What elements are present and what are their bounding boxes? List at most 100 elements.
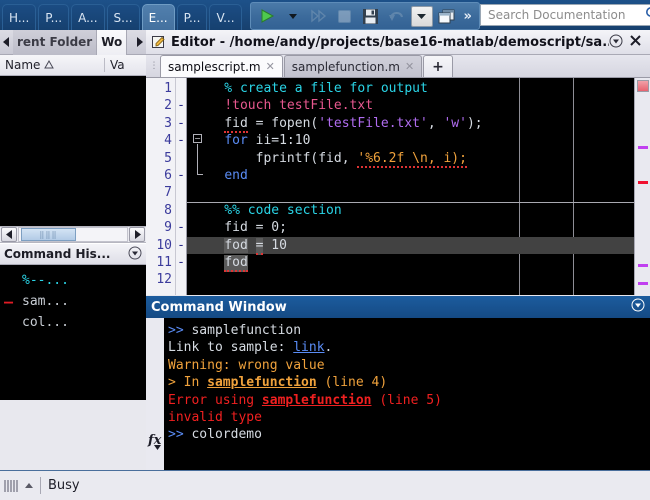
- toolstrip-overflow-icon[interactable]: »: [461, 9, 475, 24]
- search-documentation-input[interactable]: Search Documentation: [479, 4, 650, 26]
- breakpoint-marker[interactable]: -: [176, 132, 186, 149]
- console-hyperlink[interactable]: link: [293, 340, 324, 355]
- command-history-item[interactable]: %--...: [0, 270, 146, 291]
- breakpoint-marker[interactable]: [176, 184, 186, 201]
- copy-windows-icon[interactable]: [435, 4, 459, 28]
- tab-publish[interactable]: P...: [176, 4, 208, 30]
- code-line[interactable]: fod: [187, 254, 634, 272]
- tab-editor[interactable]: E...: [141, 4, 175, 30]
- editor-file-tab[interactable]: samplefunction.m ✕: [283, 55, 423, 77]
- tab-apps[interactable]: A...: [71, 4, 105, 30]
- breakpoint-marker[interactable]: [176, 80, 186, 97]
- panel-tab-workspace[interactable]: Wo: [97, 29, 128, 55]
- code-line[interactable]: fid = 0;: [187, 219, 634, 236]
- command-window-title: Command Window: [151, 299, 287, 315]
- resize-grip-icon[interactable]: [4, 479, 18, 492]
- close-x-icon[interactable]: [629, 34, 642, 50]
- line-number: 9: [164, 220, 172, 236]
- fold-collapse-icon[interactable]: −: [193, 134, 202, 143]
- editor-margin-status-bar[interactable]: [634, 78, 650, 295]
- command-history-item[interactable]: col...: [0, 312, 146, 333]
- toolstrip: H... P... A... S... E... P... V... » Sea…: [0, 0, 650, 30]
- code-token: %% code section: [193, 202, 342, 218]
- scroll-right-arrow-icon[interactable]: [129, 227, 145, 242]
- code-token: fid = 0;: [193, 220, 287, 236]
- run-dropdown-arrow-icon[interactable]: [281, 4, 305, 28]
- run-and-advance-icon[interactable]: [307, 4, 331, 28]
- new-tab-button[interactable]: +: [423, 55, 453, 77]
- breakpoint-marker[interactable]: -: [176, 167, 186, 184]
- command-window-output[interactable]: >> samplefunction Link to sample: link. Wa…: [164, 318, 650, 470]
- code-analyzer-status-square[interactable]: [637, 80, 649, 92]
- line-number: 10: [156, 237, 172, 253]
- code-line[interactable]: fid = fopen('testFile.txt', 'w');: [187, 115, 634, 133]
- breakpoint-marker[interactable]: -: [176, 219, 186, 236]
- scroll-left-arrow-icon[interactable]: [1, 227, 17, 242]
- save-floppy-icon[interactable]: [359, 4, 383, 28]
- code-line[interactable]: [187, 271, 634, 288]
- run-play-icon[interactable]: [255, 4, 279, 28]
- margin-issue-tick[interactable]: [638, 181, 648, 184]
- search-magnifier-icon[interactable]: [645, 6, 650, 24]
- tab-close-icon[interactable]: ✕: [266, 60, 275, 73]
- tab-close-icon[interactable]: ✕: [405, 60, 414, 73]
- arrow-left-icon[interactable]: [0, 30, 13, 55]
- line-number: 1: [164, 81, 172, 96]
- breakpoint-marker[interactable]: [176, 202, 186, 219]
- editor-pencil-icon: [150, 34, 166, 50]
- margin-issue-tick[interactable]: [638, 146, 648, 149]
- undo-arrow-icon[interactable]: [385, 4, 409, 28]
- tab-plots[interactable]: P...: [38, 4, 70, 30]
- column-header-value[interactable]: Va: [105, 58, 146, 72]
- code-token: '%6.2f \n, i);: [357, 150, 467, 168]
- code-line[interactable]: for ii=1:10: [187, 132, 634, 149]
- code-text-area[interactable]: − % create a file for output !touch test…: [187, 78, 634, 295]
- command-history-item[interactable]: — sam...: [0, 291, 146, 312]
- column-header-name-label: Name: [5, 58, 41, 72]
- panel-collapse-icon[interactable]: [631, 298, 645, 316]
- workspace-horizontal-scrollbar[interactable]: ⣿⣿⣿: [0, 226, 146, 243]
- status-dropdown-icon[interactable]: [25, 478, 33, 492]
- panel-tab-current-folder[interactable]: rent Folder: [13, 29, 98, 55]
- breakpoint-marker[interactable]: -: [176, 237, 186, 254]
- tab-view[interactable]: V...: [209, 4, 242, 30]
- sort-ascending-icon: [44, 58, 55, 72]
- dropdown-button-icon[interactable]: [410, 5, 433, 27]
- code-line[interactable]: fprintf(fid, '%6.2f \n, i);: [187, 150, 634, 168]
- tab-bar-drag-handle[interactable]: ⋮: [148, 55, 160, 77]
- command-window-body[interactable]: fx >> samplefunction Link to sample: link…: [146, 318, 650, 470]
- breakpoint-marker[interactable]: [176, 271, 186, 288]
- code-line[interactable]: !touch testFile.txt: [187, 97, 634, 114]
- stop-square-icon[interactable]: [333, 4, 357, 28]
- margin-issue-tick[interactable]: [638, 264, 648, 267]
- code-line[interactable]: % create a file for output: [187, 80, 634, 97]
- breakpoint-marker[interactable]: [176, 150, 186, 167]
- console-text[interactable]: samplefunction: [207, 375, 317, 390]
- console-line: >> samplefunction: [168, 322, 650, 339]
- scrollbar-track[interactable]: ⣿⣿⣿: [18, 227, 128, 242]
- workspace-list-body[interactable]: [0, 76, 146, 226]
- breakpoint-marker[interactable]: -: [176, 115, 186, 132]
- arrow-right-icon[interactable]: [133, 30, 146, 55]
- panel-collapse-icon[interactable]: [609, 34, 623, 51]
- command-history-list[interactable]: %--... — sam... col...: [0, 265, 146, 400]
- code-line[interactable]: fod = 10: [187, 236, 634, 255]
- scrollbar-thumb[interactable]: ⣿⣿⣿: [21, 228, 76, 241]
- panel-collapse-icon[interactable]: [128, 246, 142, 263]
- fx-dropdown-triangle-icon[interactable]: [154, 439, 161, 453]
- code-line[interactable]: %% code section: [187, 202, 634, 219]
- tab-shortcuts[interactable]: S...: [106, 4, 140, 30]
- workspace-table-header: Name Va: [0, 55, 146, 76]
- column-header-name[interactable]: Name: [0, 58, 105, 72]
- code-line[interactable]: [187, 184, 634, 201]
- code-section-divider: [187, 202, 634, 203]
- breakpoint-gutter[interactable]: -------: [176, 78, 187, 295]
- breakpoint-marker[interactable]: -: [176, 97, 186, 114]
- editor-file-tab[interactable]: samplescript.m ✕: [160, 55, 283, 77]
- code-line[interactable]: end: [187, 167, 634, 184]
- tab-home[interactable]: H...: [2, 4, 37, 30]
- console-text[interactable]: samplefunction: [262, 393, 372, 408]
- breakpoint-marker[interactable]: -: [176, 254, 186, 271]
- margin-issue-tick[interactable]: [638, 282, 648, 285]
- editor-tab-bar: ⋮ samplescript.m ✕ samplefunction.m ✕ +: [146, 55, 650, 78]
